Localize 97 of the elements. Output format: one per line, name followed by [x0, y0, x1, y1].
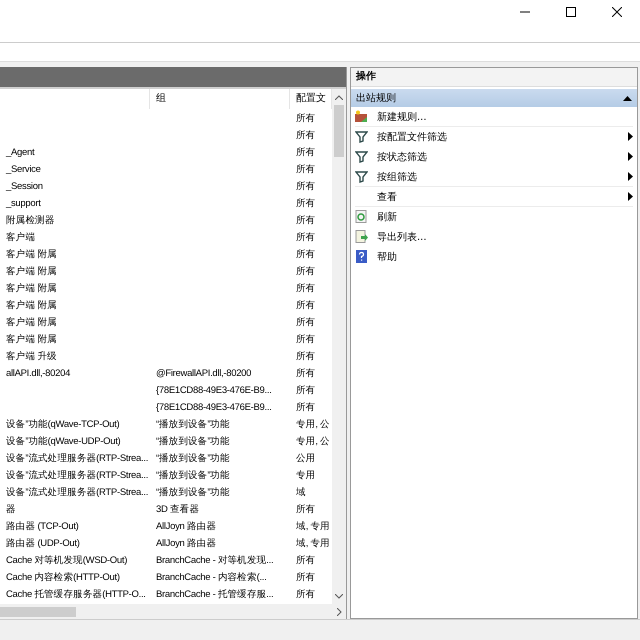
action-link[interactable]: 按配置文件筛选: [377, 130, 628, 144]
table-cell: 设备”流式处理服务器(RTP-Strea...: [6, 452, 148, 465]
action-link[interactable]: 按状态筛选: [377, 150, 628, 164]
table-cell: 所有: [296, 384, 316, 397]
table-cell: 所有: [296, 231, 316, 244]
table-cell: 客户端 附属: [6, 333, 57, 346]
table-cell: “播放到设备”功能: [156, 469, 230, 482]
table-cell: 客户端 附属: [6, 316, 57, 329]
table-cell: “播放到设备”功能: [156, 486, 230, 499]
action-link[interactable]: 帮助: [377, 250, 633, 264]
vertical-scrollbar[interactable]: [332, 89, 346, 604]
table-cell: 专用: [296, 469, 316, 482]
table-cell: _Session: [6, 181, 43, 192]
table-cell: {78E1CD88-49E3-476E-B9...: [156, 402, 272, 413]
action-link[interactable]: 刷新: [377, 210, 633, 224]
table-cell: 所有: [296, 503, 316, 516]
filter-icon: [355, 150, 368, 163]
filter-icon: [355, 170, 368, 183]
table-cell: 所有: [296, 265, 316, 278]
table-cell: 所有: [296, 333, 316, 346]
table-cell: Cache 内容检索(HTTP-Out): [6, 571, 120, 584]
section-header[interactable]: 出站规则: [351, 89, 637, 107]
action-link[interactable]: 按组筛选: [377, 170, 628, 184]
table-cell: 所有: [296, 129, 316, 142]
table-cell: BranchCache - 托管缓存服...: [156, 588, 274, 601]
table-cell: “播放到设备”功能: [156, 418, 230, 431]
filter-icon: [355, 130, 368, 143]
horizontal-scrollbar[interactable]: [0, 604, 346, 619]
table-cell: _Agent: [6, 147, 34, 158]
table-cell: 所有: [296, 299, 316, 312]
table-cell: 所有: [296, 401, 316, 414]
table-cell: 路由器 (UDP-Out): [6, 537, 80, 550]
table-cell: 设备”功能(qWave-UDP-Out): [6, 435, 120, 448]
table-cell: Cache 托管缓存服务器(HTTP-O...: [6, 588, 146, 601]
table-cell: _Service: [6, 164, 41, 175]
scroll-down-icon[interactable]: [335, 594, 343, 598]
scrollbar-thumb[interactable]: [334, 105, 344, 157]
section-title: 出站规则: [356, 92, 396, 105]
table-cell: “播放到设备”功能: [156, 435, 230, 448]
new-rule-icon: [355, 110, 368, 123]
maximize-icon: [566, 7, 576, 17]
table-cell: 客户端 升级: [6, 350, 57, 363]
scroll-up-icon[interactable]: [335, 94, 343, 100]
table-cell: 所有: [296, 163, 316, 176]
refresh-icon: [355, 210, 368, 223]
table-cell: 所有: [296, 367, 316, 380]
table-cell: 所有: [296, 571, 316, 584]
table-cell: 所有: [296, 248, 316, 261]
table-cell: AllJoyn 路由器: [156, 520, 216, 533]
table-cell: 附属检测器: [6, 214, 55, 227]
table-cell: 器: [6, 503, 16, 516]
table-cell: BranchCache - 对等机发现...: [156, 554, 274, 567]
table-cell: 客户端: [6, 231, 36, 244]
action-link[interactable]: 导出列表...: [377, 230, 633, 244]
table-cell: allAPI.dll,-80204: [6, 368, 70, 379]
table-cell: 设备”功能(qWave-TCP-Out): [6, 418, 120, 431]
scrollbar-thumb[interactable]: [0, 606, 76, 616]
table-cell: 设备”流式处理服务器(RTP-Strea...: [6, 469, 148, 482]
table-cell: 所有: [296, 282, 316, 295]
close-icon: [612, 7, 622, 17]
actions-header: 操作: [351, 68, 637, 87]
table-cell: @FirewallAPI.dll,-80200: [156, 368, 252, 379]
table-cell: 路由器 (TCP-Out): [6, 520, 79, 533]
help-icon: [355, 250, 368, 263]
table-cell: 所有: [296, 214, 316, 227]
collapse-icon[interactable]: [623, 96, 632, 100]
table-cell: 域, 专用: [296, 537, 330, 550]
table-cell: 所有: [296, 350, 316, 363]
table-cell: 所有: [296, 554, 316, 567]
table-cell: 客户端 附属: [6, 248, 57, 261]
table-cell: 3D 查看器: [156, 503, 199, 516]
table-cell: 所有: [296, 146, 316, 159]
export-icon: [355, 230, 368, 243]
table-cell: 公用: [296, 452, 316, 465]
table-cell: {78E1CD88-49E3-476E-B9...: [156, 385, 272, 396]
table-cell: 所有: [296, 112, 316, 125]
action-link[interactable]: 新建规则...: [377, 110, 633, 124]
table-cell: Cache 对等机发现(WSD-Out): [6, 554, 128, 567]
table-cell: AllJoyn 路由器: [156, 537, 216, 550]
table-cell: BranchCache - 内容检索(...: [156, 571, 266, 584]
action-link[interactable]: 查看: [377, 190, 628, 204]
table-cell: “播放到设备”功能: [156, 452, 230, 465]
table-cell: 域: [296, 486, 306, 499]
table-cell: 域, 专用: [296, 520, 330, 533]
table-cell: 客户端 附属: [6, 299, 57, 312]
table-cell: 专用, 公: [296, 435, 330, 448]
table-cell: 客户端 附属: [6, 282, 57, 295]
table-cell: 所有: [296, 316, 316, 329]
table-cell: 所有: [296, 588, 316, 601]
scroll-right-icon[interactable]: [336, 608, 342, 616]
table-cell: 所有: [296, 197, 316, 210]
table-cell: 客户端 附属: [6, 265, 57, 278]
table-cell: 专用, 公: [296, 418, 330, 431]
table-cell: 设备”流式处理服务器(RTP-Strea...: [6, 486, 148, 499]
table-cell: 所有: [296, 180, 316, 193]
table-cell: _support: [6, 198, 41, 209]
column-header[interactable]: 组: [150, 89, 290, 109]
